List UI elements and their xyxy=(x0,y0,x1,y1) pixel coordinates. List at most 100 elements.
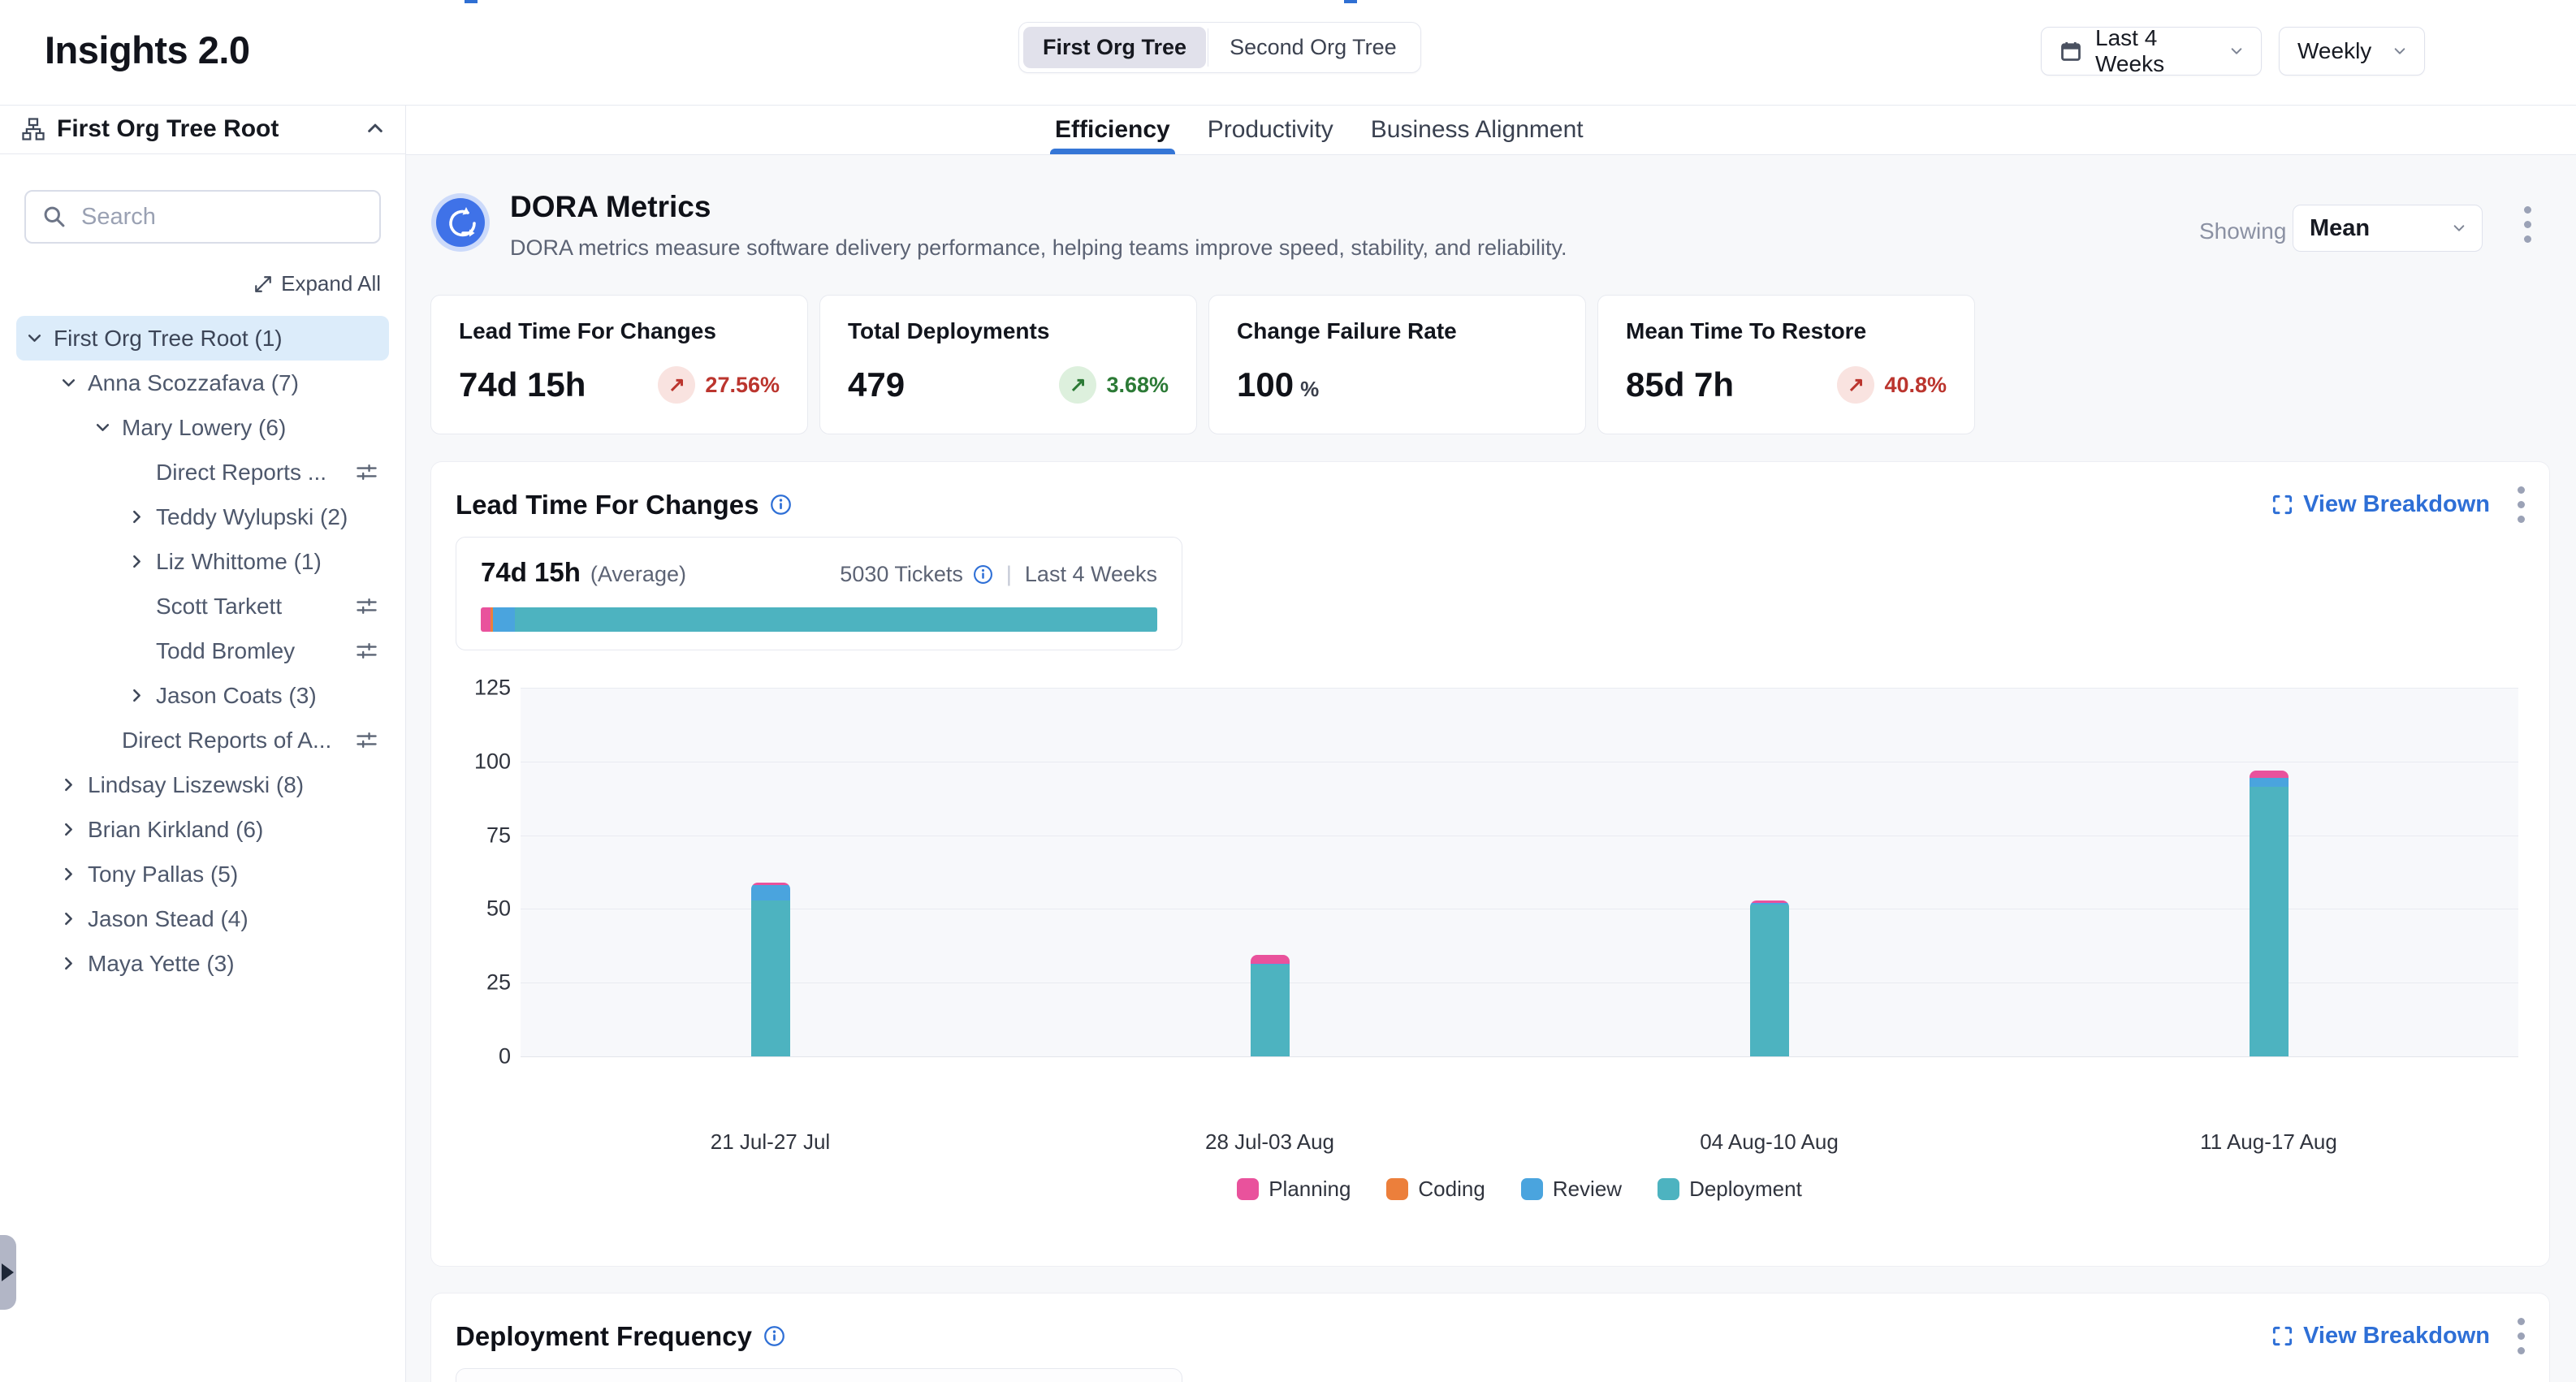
phase-segment-planning xyxy=(481,607,491,632)
legend-item-deployment[interactable]: Deployment xyxy=(1658,1177,1802,1202)
toggle-first-org-tree[interactable]: First Org Tree xyxy=(1023,27,1206,68)
org-tree-sidebar: First Org Tree Root Expand All First Org… xyxy=(0,105,406,1382)
bar-segment-deployment xyxy=(2250,787,2289,1056)
chevron-down-icon[interactable] xyxy=(19,324,49,353)
tree-item-label: Maya Yette (3) xyxy=(88,951,235,977)
legend-item-review[interactable]: Review xyxy=(1521,1177,1622,1202)
chevron-right-icon[interactable] xyxy=(122,547,151,577)
chevron-down-icon xyxy=(2230,45,2243,58)
stacked-bar-04-aug-10-aug[interactable] xyxy=(1750,900,1789,1056)
tree-item-brian-kirkland-6[interactable]: Brian Kirkland (6) xyxy=(16,807,389,852)
dora-metrics-description: DORA metrics measure software delivery p… xyxy=(510,235,1567,261)
chevron-down-icon[interactable] xyxy=(54,369,83,398)
showing-mean-dropdown[interactable]: Mean xyxy=(2293,205,2483,252)
tree-item-label: Scott Tarkett xyxy=(156,594,282,620)
top-header: Insights 2.0 First Org Tree Second Org T… xyxy=(0,0,2576,106)
chevron-down-icon xyxy=(2393,45,2406,58)
dora-kebab-menu[interactable] xyxy=(2524,206,2531,243)
tree-item-mary-lowery-6[interactable]: Mary Lowery (6) xyxy=(16,405,389,450)
y-tick-label: 25 xyxy=(486,970,511,995)
chevron-right-icon[interactable] xyxy=(54,771,83,800)
collapse-sidebar-icon[interactable] xyxy=(366,120,384,138)
legend-item-planning[interactable]: Planning xyxy=(1237,1177,1351,1202)
chevron-right-icon[interactable] xyxy=(54,949,83,978)
tree-item-tony-pallas-5[interactable]: Tony Pallas (5) xyxy=(16,852,389,896)
sliders-icon[interactable] xyxy=(356,461,378,483)
stacked-bar-11-aug-17-aug[interactable] xyxy=(2250,771,2289,1056)
info-icon[interactable] xyxy=(973,564,993,585)
metric-card-title: Mean Time To Restore xyxy=(1626,318,1947,344)
summary-average-label: (Average) xyxy=(590,562,686,587)
tree-item-label: Liz Whittome (1) xyxy=(156,549,322,575)
tab-business-alignment[interactable]: Business Alignment xyxy=(1371,105,1584,154)
metric-card-total-deployments: Total Deployments 479 ↗ 3.68% xyxy=(819,295,1197,434)
sidebar-header[interactable]: First Org Tree Root xyxy=(0,105,405,154)
tab-efficiency[interactable]: Efficiency xyxy=(1055,105,1170,154)
tree-item-label: Jason Coats (3) xyxy=(156,683,317,709)
metric-card-lead-time-for-changes: Lead Time For Changes 74d 15h ↗ 27.56% xyxy=(430,295,808,434)
legend-item-coding[interactable]: Coding xyxy=(1386,1177,1485,1202)
chevron-right-icon[interactable] xyxy=(54,860,83,889)
trend-up-arrow-icon: ↗ xyxy=(1059,366,1096,404)
calendar-icon xyxy=(2060,40,2082,63)
chevron-right-icon[interactable] xyxy=(122,681,151,710)
showing-mean-value: Mean xyxy=(2310,215,2443,242)
view-breakdown-button[interactable]: View Breakdown xyxy=(2271,1323,2490,1350)
view-breakdown-button[interactable]: View Breakdown xyxy=(2271,491,2490,518)
deployment-frequency-kebab-menu[interactable] xyxy=(2518,1318,2525,1354)
bar-segment-review xyxy=(2250,778,2289,787)
tree-item-direct-reports[interactable]: Direct Reports ... xyxy=(16,450,389,494)
metric-card-value: 100% xyxy=(1237,365,1319,404)
tree-item-teddy-wylupski-2[interactable]: Teddy Wylupski (2) xyxy=(16,494,389,539)
summary-value: 74d 15h xyxy=(481,557,581,588)
tree-item-jason-coats-3[interactable]: Jason Coats (3) xyxy=(16,673,389,718)
sliders-icon[interactable] xyxy=(356,640,378,662)
lead-time-kebab-menu[interactable] xyxy=(2518,486,2525,523)
y-tick-label: 75 xyxy=(486,823,511,848)
sliders-icon[interactable] xyxy=(356,729,378,751)
tree-item-anna-scozzafava-7[interactable]: Anna Scozzafava (7) xyxy=(16,361,389,405)
granularity-dropdown[interactable]: Weekly xyxy=(2279,27,2425,76)
tree-item-lindsay-liszewski-8[interactable]: Lindsay Liszewski (8) xyxy=(16,762,389,807)
tab-productivity[interactable]: Productivity xyxy=(1208,105,1333,154)
org-tree: First Org Tree Root (1) Anna Scozzafava (… xyxy=(0,316,405,986)
meta-divider: | xyxy=(1006,562,1012,587)
tree-item-maya-yette-3[interactable]: Maya Yette (3) xyxy=(16,941,389,986)
tree-item-todd-bromley[interactable]: Todd Bromley xyxy=(16,628,389,673)
org-tree-toggle: First Org Tree Second Org Tree xyxy=(1018,22,1421,73)
tree-item-scott-tarkett[interactable]: Scott Tarkett xyxy=(16,584,389,628)
clipped-page-artifact xyxy=(1344,0,1357,3)
y-tick-label: 50 xyxy=(486,896,511,922)
tree-item-jason-stead-4[interactable]: Jason Stead (4) xyxy=(16,896,389,941)
tree-item-label: Anna Scozzafava (7) xyxy=(88,370,299,396)
date-range-dropdown[interactable]: Last 4 Weeks xyxy=(2041,27,2262,76)
sidebar-search xyxy=(24,190,381,244)
toggle-second-org-tree[interactable]: Second Org Tree xyxy=(1210,27,1416,68)
chevron-right-icon[interactable] xyxy=(54,815,83,844)
bar-segment-deployment xyxy=(1251,965,1290,1056)
stacked-bar-28-jul-03-aug[interactable] xyxy=(1251,955,1290,1056)
chevron-right-icon[interactable] xyxy=(54,905,83,934)
info-icon[interactable] xyxy=(770,494,792,516)
phase-distribution-bar xyxy=(481,607,1157,632)
chevron-right-icon[interactable] xyxy=(122,503,151,532)
expand-all-label: Expand All xyxy=(281,271,381,296)
sliders-icon[interactable] xyxy=(356,595,378,617)
deployment-frequency-section: Deployment Frequency View Breakdown xyxy=(430,1293,2550,1382)
tree-item-first-org-tree-root-1[interactable]: First Org Tree Root (1) xyxy=(16,316,389,361)
tree-item-direct-reports-of-a[interactable]: Direct Reports of A... xyxy=(16,718,389,762)
chevron-down-icon[interactable] xyxy=(88,413,117,443)
metric-card-value: 74d 15h xyxy=(459,365,586,404)
main-content: DORA Metrics DORA metrics measure softwa… xyxy=(406,154,2576,1382)
tree-item-liz-whittome-1[interactable]: Liz Whittome (1) xyxy=(16,539,389,584)
tabs-bar: Efficiency Productivity Business Alignme… xyxy=(406,105,2576,155)
metric-card-title: Total Deployments xyxy=(848,318,1169,344)
search-input[interactable] xyxy=(80,203,363,231)
info-icon[interactable] xyxy=(763,1325,785,1347)
phase-segment-review xyxy=(493,607,515,632)
stacked-bar-21-jul-27-jul[interactable] xyxy=(751,883,790,1056)
expand-all-button[interactable]: Expand All xyxy=(24,271,381,296)
phase-segment-deployment xyxy=(515,607,1157,632)
sidebar-expand-handle[interactable] xyxy=(0,1235,16,1310)
y-tick-label: 0 xyxy=(499,1044,511,1069)
